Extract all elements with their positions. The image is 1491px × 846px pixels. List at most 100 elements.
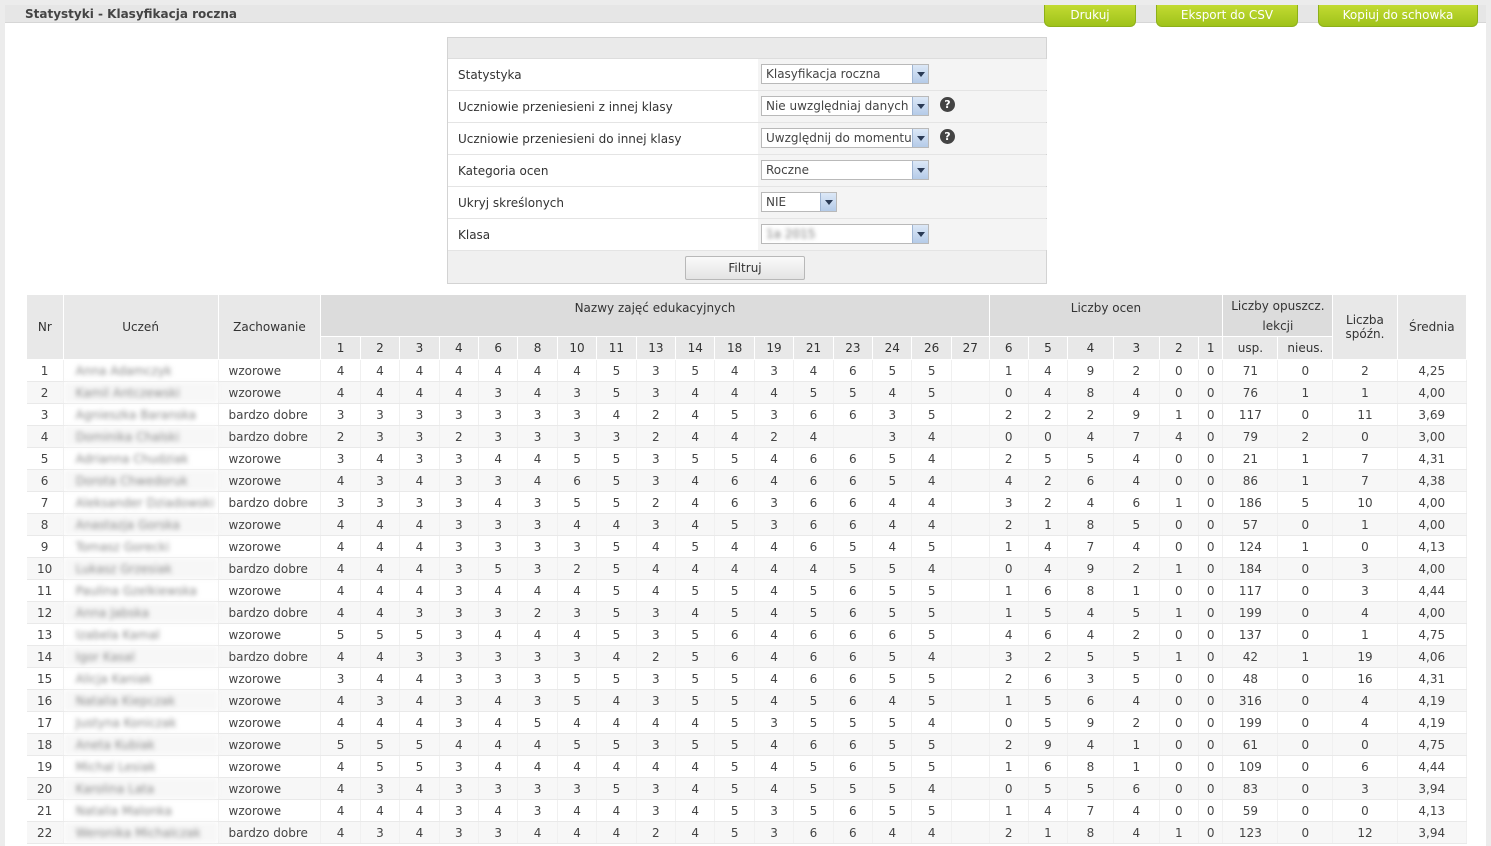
subject-grade: 4 <box>320 381 361 404</box>
subject-grade: 4 <box>399 711 440 734</box>
filter-select-value: Uwzględnij do momentu p <box>766 131 924 145</box>
subject-grade: 4 <box>557 711 598 734</box>
subject-grade: 3 <box>320 667 361 690</box>
subject-grade: 3 <box>439 645 480 668</box>
subject-grade: 4 <box>517 623 558 646</box>
subject-grade: 5 <box>557 733 598 756</box>
subject-grade: 4 <box>872 821 913 844</box>
filter-select[interactable]: Klasyfikacja roczna <box>761 64 929 84</box>
grade-count: 4 <box>989 469 1029 492</box>
grade-count: 0 <box>1198 755 1224 778</box>
subject-grade: 4 <box>675 425 716 448</box>
subject-grade: 3 <box>439 403 480 426</box>
filter-select[interactable]: Uwzględnij do momentu p <box>761 128 929 148</box>
filter-value-cell: Uwzględnij do momentu p? <box>758 123 1047 154</box>
grade-count: 5 <box>1028 447 1069 470</box>
subject-grade <box>951 777 990 800</box>
subject-grade: 4 <box>478 755 519 778</box>
subject-grade: 3 <box>360 469 401 492</box>
grade-count: 2 <box>1028 469 1069 492</box>
absence-count: 48 <box>1222 667 1279 690</box>
subject-grade: 6 <box>833 689 874 712</box>
behavior-grade: wzorowe <box>218 733 322 756</box>
help-icon[interactable]: ? <box>940 97 955 112</box>
subject-grade: 4 <box>320 469 361 492</box>
behavior-grade: wzorowe <box>218 359 322 382</box>
grade-count: 0 <box>1198 601 1224 624</box>
subject-grade <box>951 359 990 382</box>
subject-grade: 4 <box>793 359 834 382</box>
subject-grade: 5 <box>596 579 637 602</box>
absence-count: 0 <box>1277 601 1334 624</box>
subject-grade: 5 <box>714 755 755 778</box>
table-row: 5 Adrianna Chudziak wzorowe 3 4 3 3 4 4 5 5 3 5 5 4 6 6 5… <box>26 447 1468 470</box>
chevron-down-icon[interactable] <box>912 65 928 83</box>
grade-count: 2 <box>989 667 1029 690</box>
late-count: 0 <box>1332 535 1398 558</box>
chevron-down-icon[interactable] <box>912 97 928 115</box>
behavior-grade: wzorowe <box>218 623 322 646</box>
average-grade: 4,44 <box>1397 579 1468 602</box>
student-name: Aleksander Dziadowski <box>63 491 219 514</box>
grade-count: 8 <box>1067 821 1114 844</box>
subject-grade: 5 <box>596 359 637 382</box>
absence-count: 1 <box>1277 381 1334 404</box>
filter-button[interactable]: Filtruj <box>685 256 805 280</box>
subject-grade: 3 <box>478 425 519 448</box>
filter-select-value: Nie uwzględniaj danych z <box>766 99 919 113</box>
subject-grade: 4 <box>872 491 913 514</box>
subject-grade: 4 <box>596 799 637 822</box>
average-grade: 4,06 <box>1397 645 1468 668</box>
grade-count: 5 <box>1067 645 1114 668</box>
row-number: 18 <box>26 733 64 756</box>
subject-grade: 5 <box>872 667 913 690</box>
average-grade: 4,00 <box>1397 491 1468 514</box>
subject-grade: 4 <box>320 645 361 668</box>
subject-grade: 5 <box>596 667 637 690</box>
filter-select[interactable]: Nie uwzględniaj danych z <box>761 96 929 116</box>
print-button[interactable]: Drukuj <box>1044 5 1136 27</box>
absence-count: 123 <box>1222 821 1279 844</box>
row-number: 1 <box>26 359 64 382</box>
subject-grade: 3 <box>439 689 480 712</box>
subject-grade: 4 <box>754 623 795 646</box>
chevron-down-icon[interactable] <box>912 225 928 243</box>
late-count: 4 <box>1332 711 1398 734</box>
late-count: 1 <box>1332 623 1398 646</box>
subject-grade: 5 <box>911 579 952 602</box>
subject-grade: 3 <box>636 623 677 646</box>
grade-count: 2 <box>1113 359 1160 382</box>
subject-grade: 4 <box>478 733 519 756</box>
chevron-down-icon[interactable] <box>912 161 928 179</box>
subject-grade: 4 <box>636 755 677 778</box>
subject-grade: 5 <box>596 733 637 756</box>
filter-label: Ukryj skreślonych <box>458 196 565 210</box>
subject-grade: 5 <box>399 733 440 756</box>
table-row: 11 Paulina Gzelkiewska wzorowe 4 4 4 3 4 4 4 5 4 5 5 4… <box>26 579 1468 602</box>
table-row: 8 Anastazja Gorska wzorowe 4 4 4 3 3 3 4 4 3 4 5 3 6 6 4 4… <box>26 513 1468 536</box>
filter-select[interactable]: 1a 2015 <box>761 224 929 244</box>
subject-grade: 4 <box>714 381 755 404</box>
behavior-grade: bardzo dobre <box>218 645 322 668</box>
subject-grade <box>951 755 990 778</box>
help-icon[interactable]: ? <box>940 129 955 144</box>
subject-grade: 6 <box>833 601 874 624</box>
student-name: Igor Kasal <box>63 645 219 668</box>
late-count: 0 <box>1332 733 1398 756</box>
grade-count: 0 <box>1159 381 1199 404</box>
subject-grade: 2 <box>320 425 361 448</box>
grade-count: 0 <box>1159 579 1199 602</box>
student-name: Tomasz Gorecki <box>63 535 219 558</box>
chevron-down-icon[interactable] <box>912 129 928 147</box>
subject-grade: 5 <box>872 799 913 822</box>
subject-grade: 5 <box>675 447 716 470</box>
filter-select[interactable]: NIE <box>761 192 837 212</box>
export-csv-button[interactable]: Eksport do CSV <box>1156 5 1298 27</box>
copy-to-clipboard-button[interactable]: Kopiuj do schowka <box>1318 5 1478 27</box>
chevron-down-icon[interactable] <box>820 193 836 211</box>
student-name: Adrianna Chudziak <box>63 447 219 470</box>
row-number: 3 <box>26 403 64 426</box>
grade-count: 1 <box>1159 403 1199 426</box>
subject-grade: 4 <box>596 513 637 536</box>
filter-select[interactable]: Roczne <box>761 160 929 180</box>
